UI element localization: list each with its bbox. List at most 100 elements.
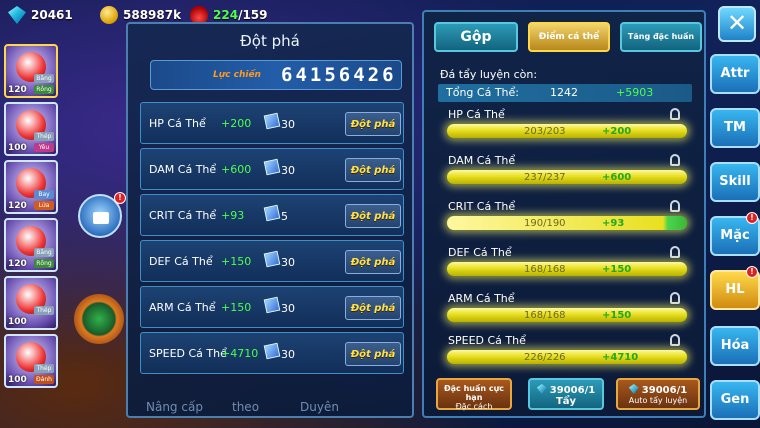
stones-remaining-label: Đá tẩy luyện còn: [440, 68, 538, 81]
stat-bonus: +200 [221, 117, 252, 130]
stat-name: HP Cá Thể [149, 117, 206, 130]
stat-bonus: +93 [221, 209, 245, 222]
stat-cost: 5 [281, 210, 288, 223]
lock-icon[interactable] [670, 108, 680, 120]
auto-reroll-button[interactable]: 39006/1 Auto tẩy luyện [616, 378, 700, 410]
stat-name: DEF Cá Thể [448, 246, 512, 259]
creature-level: 120 [8, 85, 27, 95]
breakthrough-button[interactable]: Đột phá [345, 296, 401, 320]
alert-badge: ! [114, 192, 126, 204]
stat-add: +150 [602, 264, 632, 275]
stat-cost: 30 [281, 348, 295, 361]
stat-add: +150 [602, 310, 632, 321]
stat-add: +200 [602, 126, 632, 137]
stat-name: ARM Cá Thể [448, 292, 515, 305]
creature-card[interactable]: Thép Yêu 100 [4, 102, 58, 156]
stat-bonus: +150 [221, 301, 252, 314]
breakthrough-row: ARM Cá Thể +150 30 Đột phá [140, 286, 404, 328]
right-nav: ✕ Attr TM Skill Mặc ! HL ! Hóa Gen [706, 0, 760, 428]
power-label: Lực chiến [213, 70, 261, 80]
tab-individual-points[interactable]: Điểm cá thể [528, 22, 610, 52]
gem-icon [628, 384, 639, 394]
stat-value: 168/168 [524, 264, 566, 275]
extreme-training-button[interactable]: Đặc huấn cực hạn Đặc cách [436, 378, 512, 411]
gem-icon [8, 6, 26, 24]
stat-cost: 30 [281, 256, 295, 269]
breakthrough-panel: Đột phá Lực chiến 64156426 HP Cá Thể +20… [126, 22, 414, 418]
lock-icon[interactable] [670, 334, 680, 346]
stat-name: CRIT Cá Thể [448, 200, 516, 213]
book-icon [263, 158, 281, 176]
type-tag: Thép [34, 364, 54, 373]
stat-bar [446, 123, 688, 139]
stat-cost: 30 [281, 302, 295, 315]
stat-name: ARM Cá Thể [149, 301, 216, 314]
type-tag: Băng [34, 248, 54, 257]
stat-name: HP Cá Thể [448, 108, 505, 121]
creature-level: 100 [8, 317, 27, 327]
auto-reroll-cost: 39006/1 [618, 384, 698, 396]
stat-bonus: +4710 [221, 347, 259, 360]
ghost-label: theo [232, 400, 260, 414]
nav-attr[interactable]: Attr [710, 54, 760, 94]
creature-card[interactable]: Bay Lửa 120 [4, 160, 58, 214]
stat-row: ARM Cá Thể 168/168 +150 [438, 292, 692, 332]
stat-cost: 30 [281, 118, 295, 131]
creature-level: 100 [8, 375, 27, 385]
power-value: 64156426 [281, 64, 397, 86]
lock-icon[interactable] [670, 154, 680, 166]
creature-level: 100 [8, 143, 27, 153]
reroll-cost: 39006/1 [530, 384, 602, 396]
creature-card[interactable]: Băng Rồng 120 [4, 44, 58, 98]
total-points: Tổng Cá Thể: 1242 +5903 [438, 84, 692, 102]
stat-value: 168/168 [524, 310, 566, 321]
type-tag: Rồng [34, 259, 54, 268]
nav-tm[interactable]: TM [710, 108, 760, 148]
gem-counter: 20461 [8, 5, 73, 25]
ghost-label: Duyên [300, 400, 339, 414]
alert-badge: ! [746, 266, 758, 278]
reroll-button[interactable]: 39006/1 Tẩy [528, 378, 604, 410]
tab-merge[interactable]: Gộp [434, 22, 518, 52]
lock-icon[interactable] [670, 246, 680, 258]
type-tag: Rồng [34, 85, 54, 94]
medal-icon[interactable] [74, 294, 124, 344]
total-plus: +5903 [616, 86, 654, 99]
breakthrough-button[interactable]: Đột phá [345, 342, 401, 366]
stat-row: SPEED Cá Thể 226/226 +4710 [438, 334, 692, 374]
extreme-training-sublabel: Đặc cách [455, 402, 493, 411]
breakthrough-button[interactable]: Đột phá [345, 204, 401, 228]
alert-badge: ! [746, 212, 758, 224]
stat-bar [446, 215, 688, 231]
gem-value: 20461 [31, 8, 73, 22]
type-tag: Yêu [34, 143, 54, 152]
total-label: Tổng Cá Thể: [446, 86, 519, 99]
stat-name: DEF Cá Thể [149, 255, 213, 268]
extreme-training-label: Đặc huấn cực hạn [443, 384, 505, 402]
lock-icon[interactable] [670, 292, 680, 304]
stat-add: +93 [602, 218, 625, 229]
nav-gen[interactable]: Gen [710, 380, 760, 420]
stat-bonus: +150 [221, 255, 252, 268]
breakthrough-button[interactable]: Đột phá [345, 250, 401, 274]
type-tag: Lửa [34, 201, 54, 210]
breakthrough-row: DAM Cá Thể +600 30 Đột phá [140, 148, 404, 190]
side-actions: ! [62, 44, 132, 428]
type-tag: Băng [34, 74, 54, 83]
stat-row: DEF Cá Thể 168/168 +150 [438, 246, 692, 286]
lock-icon[interactable] [670, 200, 680, 212]
nav-transform[interactable]: Hóa [710, 326, 760, 366]
energy-current: 224 [213, 8, 239, 22]
close-button[interactable]: ✕ [718, 6, 756, 42]
stat-bar [446, 349, 688, 365]
stat-add: +4710 [602, 352, 639, 363]
stat-value: 237/237 [524, 172, 566, 183]
breakthrough-button[interactable]: Đột phá [345, 112, 401, 136]
creature-card[interactable]: Băng Rồng 120 [4, 218, 58, 272]
breakthrough-button[interactable]: Đột phá [345, 158, 401, 182]
nav-skill[interactable]: Skill [710, 162, 760, 202]
creature-card[interactable]: Thép Đánh 100 [4, 334, 58, 388]
stat-bar [446, 307, 688, 323]
tab-training-boost[interactable]: Tăng đặc huấn [620, 22, 702, 52]
creature-card[interactable]: Thép 100 [4, 276, 58, 330]
